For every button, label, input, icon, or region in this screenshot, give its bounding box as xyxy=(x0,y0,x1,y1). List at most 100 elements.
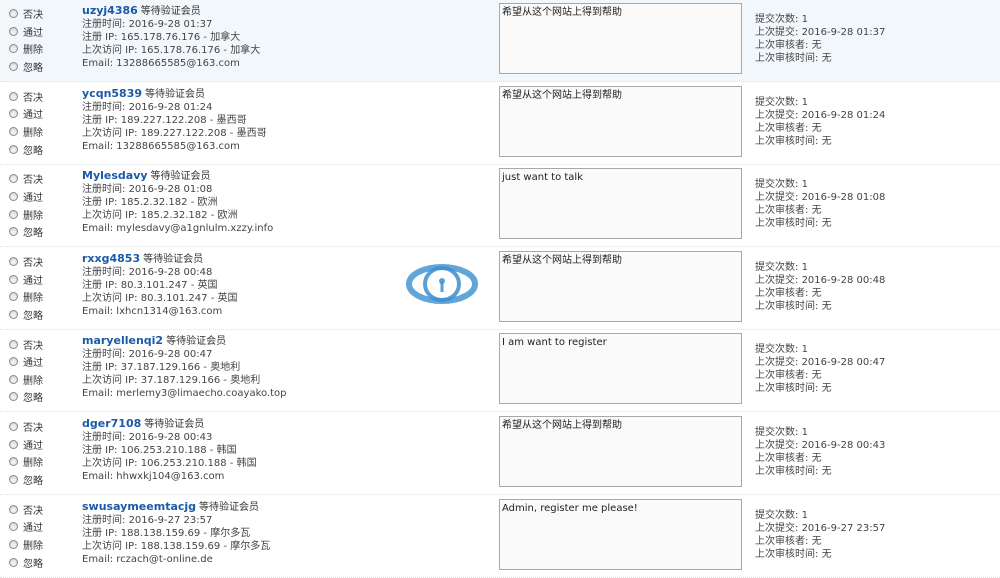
radio-button[interactable] xyxy=(9,62,18,72)
review-option[interactable]: 忽略 xyxy=(9,553,43,571)
review-option[interactable]: 否决 xyxy=(9,501,43,519)
review-option[interactable]: 删除 xyxy=(9,123,43,141)
last-reviewer-label: 上次审核者: xyxy=(755,40,812,51)
radio-button[interactable] xyxy=(9,374,18,384)
submit-count-value: 1 xyxy=(801,509,808,521)
review-option[interactable]: 通过 xyxy=(9,105,43,123)
radio-button[interactable] xyxy=(9,91,18,101)
radio-button[interactable] xyxy=(9,522,18,532)
radio-button[interactable] xyxy=(9,457,18,467)
review-option[interactable]: 忽略 xyxy=(9,140,43,158)
review-option[interactable]: 忽略 xyxy=(9,388,43,406)
radio-button[interactable] xyxy=(9,475,18,485)
review-option-label: 通过 xyxy=(23,27,43,39)
review-option[interactable]: 删除 xyxy=(9,288,43,306)
reg-ip-value: 165.178.76.176 - 加拿大 xyxy=(120,32,241,43)
radio-button[interactable] xyxy=(9,540,18,550)
registration-message[interactable]: I am want to register xyxy=(499,333,742,405)
submit-count-value: 1 xyxy=(801,427,808,438)
review-option[interactable]: 删除 xyxy=(9,371,43,389)
last-submit-label: 上次提交: xyxy=(755,440,802,451)
last-review-time-label: 上次审核时间: xyxy=(755,466,822,477)
radio-button[interactable] xyxy=(9,439,18,449)
radio-button[interactable] xyxy=(9,274,18,284)
last-submit-value: 2016-9-28 00:43 xyxy=(801,440,886,451)
radio-button[interactable] xyxy=(9,144,18,154)
review-option[interactable]: 通过 xyxy=(9,353,43,371)
radio-button[interactable] xyxy=(9,44,18,54)
review-option[interactable]: 否决 xyxy=(9,253,43,271)
review-option[interactable]: 删除 xyxy=(9,536,43,554)
radio-button[interactable] xyxy=(9,109,18,119)
review-option[interactable]: 通过 xyxy=(9,270,43,288)
review-option[interactable]: 删除 xyxy=(9,453,43,471)
radio-button[interactable] xyxy=(9,127,18,137)
member-row: 否决 通过 删除 忽略 rxxg4853 等待验证会员 注册时间: 2016-9-28 00… xyxy=(0,248,1000,330)
last-submit-value: 2016-9-28 00:47 xyxy=(801,357,886,369)
username-link[interactable]: swusaymeemtacjg xyxy=(82,500,196,513)
member-row: 否决 通过 删除 忽略 Mylesdavy 等待验证会员 注册时间: 2016-9-28 0… xyxy=(0,165,1000,248)
reg-ip-label: 注册 IP: xyxy=(82,32,121,43)
review-option[interactable]: 否决 xyxy=(9,418,43,436)
review-option[interactable]: 忽略 xyxy=(9,223,43,241)
last-submit-value: 2016-9-28 01:24 xyxy=(801,109,886,121)
review-option[interactable]: 删除 xyxy=(9,205,43,223)
review-option[interactable]: 否决 xyxy=(9,5,43,23)
email-label: Email: xyxy=(82,305,117,317)
review-option-label: 否决 xyxy=(23,175,43,187)
radio-button[interactable] xyxy=(9,292,18,302)
last-review-time-label: 上次审核时间: xyxy=(755,135,822,147)
radio-button[interactable] xyxy=(9,309,18,319)
radio-button[interactable] xyxy=(9,422,18,432)
username-link[interactable]: ycqn5839 xyxy=(82,87,142,100)
review-option[interactable]: 否决 xyxy=(9,335,43,353)
member-info: uzyj4386 等待验证会员 注册时间: 2016-9-28 01:37 注册 IP… xyxy=(82,3,260,70)
radio-button[interactable] xyxy=(9,504,18,514)
radio-button[interactable] xyxy=(9,357,18,367)
review-option[interactable]: 删除 xyxy=(9,40,43,58)
registration-message[interactable]: 希望从这个网站上得到帮助 xyxy=(499,85,742,157)
username-link[interactable]: uzyj4386 xyxy=(82,4,138,17)
review-stats: 提交次数: 1 上次提交: 2016-9-28 01:24 上次审核者: 无上次审核… xyxy=(755,96,885,148)
reg-time-label: 注册时间: xyxy=(82,184,129,196)
username-link[interactable]: dger7108 xyxy=(82,417,141,430)
radio-button[interactable] xyxy=(9,339,18,349)
username-link[interactable]: Mylesdavy xyxy=(82,169,148,182)
review-option[interactable]: 忽略 xyxy=(9,58,43,76)
registration-message[interactable]: 希望从这个网站上得到帮助 xyxy=(499,250,742,322)
radio-button[interactable] xyxy=(9,557,18,567)
review-option-label: 忽略 xyxy=(23,476,43,488)
last-submit-value: 2016-9-27 23:57 xyxy=(801,522,886,534)
review-option[interactable]: 忽略 xyxy=(9,306,43,324)
last-reviewer-label: 上次审核者: xyxy=(755,535,812,547)
registration-message[interactable]: 希望从这个网站上得到帮助 xyxy=(499,3,742,74)
username-link[interactable]: rxxg4853 xyxy=(82,252,140,265)
radio-button[interactable] xyxy=(9,257,18,267)
radio-button[interactable] xyxy=(9,192,18,202)
review-option[interactable]: 忽略 xyxy=(9,471,43,489)
review-option[interactable]: 通过 xyxy=(9,436,43,454)
review-option-label: 删除 xyxy=(23,210,43,222)
registration-message[interactable]: just want to talk xyxy=(499,168,742,240)
review-option[interactable]: 通过 xyxy=(9,518,43,536)
reg-time-value: 2016-9-28 00:43 xyxy=(128,432,213,443)
email-label: Email: xyxy=(82,388,117,400)
username-link[interactable]: maryellenqi2 xyxy=(82,334,163,347)
submit-count-value: 1 xyxy=(801,14,808,25)
review-option[interactable]: 通过 xyxy=(9,23,43,41)
radio-button[interactable] xyxy=(9,227,18,237)
radio-button[interactable] xyxy=(9,209,18,219)
registration-message[interactable]: Admin, register me please! xyxy=(499,498,742,570)
radio-button[interactable] xyxy=(9,174,18,184)
review-option[interactable]: 通过 xyxy=(9,188,43,206)
review-option[interactable]: 否决 xyxy=(9,88,43,106)
registration-message[interactable]: 希望从这个网站上得到帮助 xyxy=(499,416,742,487)
review-option[interactable]: 否决 xyxy=(9,170,43,188)
reg-time-label: 注册时间: xyxy=(82,101,129,113)
review-option-label: 忽略 xyxy=(23,63,43,75)
radio-button[interactable] xyxy=(9,26,18,36)
radio-button[interactable] xyxy=(9,392,18,402)
last-submit-label: 上次提交: xyxy=(755,192,802,204)
radio-button[interactable] xyxy=(9,9,18,19)
member-status: 等待验证会员 xyxy=(140,6,201,17)
